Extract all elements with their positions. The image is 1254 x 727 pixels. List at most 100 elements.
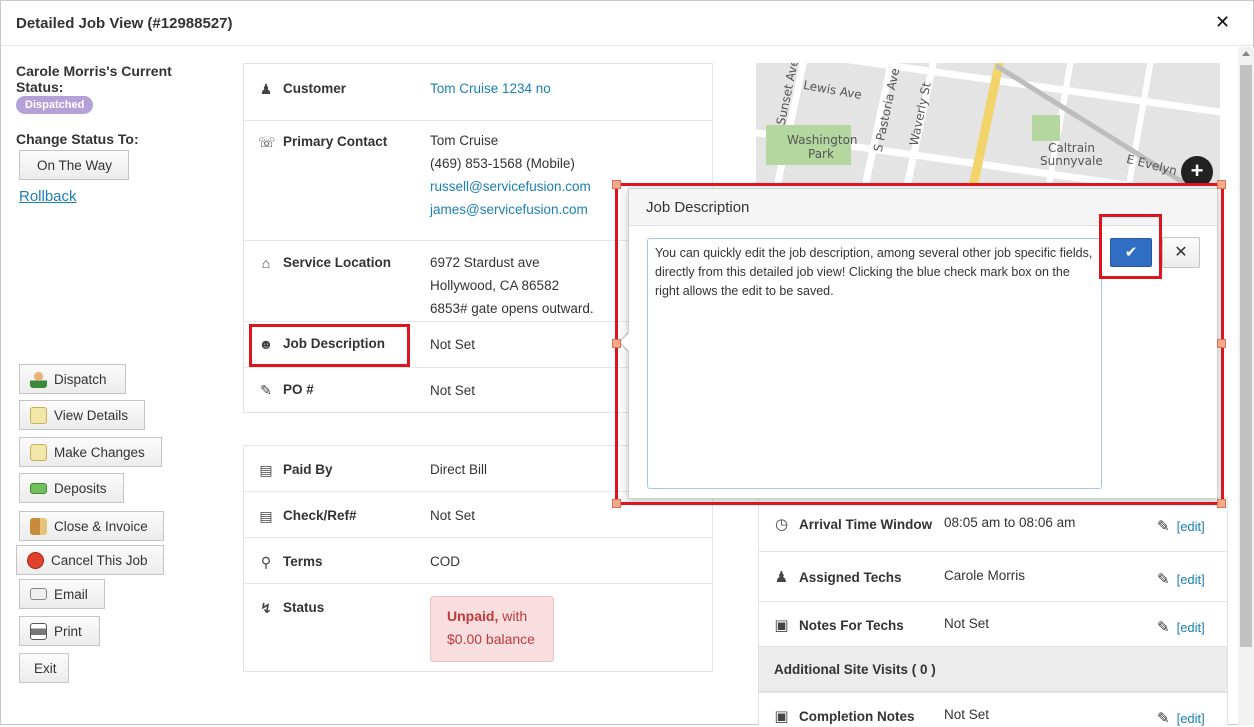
- status-row: ↯ Status Unpaid, with $0.00 balance: [244, 584, 712, 672]
- notes-edit-text: [edit]: [1176, 619, 1205, 635]
- po-value: Not Set: [430, 383, 476, 398]
- contact-email-2[interactable]: james@servicefusion.com: [430, 202, 588, 217]
- change-status-label: Change Status To:: [16, 131, 139, 147]
- view-details-button[interactable]: View Details: [19, 400, 145, 430]
- customer-label: ♟ Customer: [258, 81, 346, 96]
- customer-row: ♟ Customer Tom Cruise 1234 no: [244, 64, 712, 121]
- contact-name: Tom Cruise: [430, 133, 499, 148]
- scroll-up-arrow[interactable]: [1242, 51, 1250, 56]
- pencil-icon: ✎: [1157, 619, 1170, 636]
- completion-notes-label-text: Completion Notes: [799, 708, 915, 724]
- completion-edit-link[interactable]: ✎ [edit]: [1157, 709, 1205, 727]
- annotation-job-description-label: [249, 324, 410, 367]
- on-the-way-button[interactable]: On The Way: [19, 150, 129, 180]
- arrival-edit-text: [edit]: [1176, 518, 1205, 534]
- print-button[interactable]: Print: [19, 616, 100, 646]
- arrival-edit-link[interactable]: ✎ [edit]: [1157, 517, 1205, 535]
- deposits-label: Deposits: [54, 480, 107, 496]
- terms-label-text: Terms: [283, 554, 323, 569]
- assigned-techs-label-text: Assigned Techs: [799, 569, 902, 585]
- door-icon: [30, 517, 47, 535]
- email-label: Email: [54, 586, 88, 602]
- paid-by-label-text: Paid By: [283, 462, 333, 477]
- deposits-button[interactable]: Deposits: [19, 473, 124, 503]
- terms-row: ⚲ Terms COD: [244, 538, 712, 584]
- customer-value: Tom Cruise 1234 no: [430, 77, 551, 100]
- pencil-icon: ✎: [1157, 571, 1170, 588]
- map-park: [1032, 115, 1060, 141]
- status-label-text: Status: [283, 600, 325, 615]
- clipboard-icon: ▣: [774, 708, 789, 725]
- pencil-note-icon: [30, 406, 47, 424]
- person-icon: [30, 370, 47, 388]
- location-map[interactable]: Lewis Ave Sunset Ave S Pastoria Ave Wave…: [756, 63, 1220, 183]
- notes-for-techs-row: ▣ Notes For Techs Not Set ✎ [edit]: [758, 601, 1228, 646]
- annotation-confirm-button: [1099, 214, 1162, 279]
- exit-button[interactable]: Exit: [19, 653, 69, 683]
- address-line-1: 6972 Stardust ave: [430, 255, 540, 270]
- annotation-handle: [1217, 499, 1226, 508]
- job-view-dialog: Detailed Job View (#12988527) ✕ Carole M…: [0, 0, 1254, 727]
- completion-edit-text: [edit]: [1176, 710, 1205, 726]
- arrival-window-row: ◷ Arrival Time Window 08:05 am to 08:06 …: [758, 497, 1228, 551]
- check-ref-value: Not Set: [430, 508, 476, 523]
- home-icon: ⌂: [261, 254, 271, 271]
- balance-text: $0.00 balance: [447, 631, 535, 647]
- customer-label-text: Customer: [283, 81, 347, 96]
- job-description-value: Not Set: [430, 337, 476, 352]
- completion-notes-row: ▣ Completion Notes Not Set ✎ [edit]: [758, 692, 1228, 727]
- po-label: ✎ PO #: [258, 382, 314, 397]
- map-zoom-in-button[interactable]: +: [1181, 156, 1213, 183]
- service-location-label: ⌂ Service Location: [258, 255, 391, 270]
- notes-edit-link[interactable]: ✎ [edit]: [1157, 618, 1205, 636]
- close-invoice-button[interactable]: Close & Invoice: [19, 511, 164, 541]
- dialog-titlebar: Detailed Job View (#12988527) ✕: [1, 1, 1253, 46]
- map-label-pastoria: S Pastoria Ave: [870, 66, 903, 154]
- money-icon: ▤: [259, 461, 273, 478]
- close-icon[interactable]: ✕: [1215, 12, 1230, 33]
- assigned-techs-label: ♟ Assigned Techs: [773, 568, 902, 586]
- po-label-text: PO #: [283, 382, 314, 397]
- pencil-note-icon: [30, 443, 47, 461]
- cancel-job-label: Cancel This Job: [51, 552, 148, 568]
- clipboard-icon: ▣: [774, 617, 789, 634]
- annotation-handle: [612, 499, 621, 508]
- contact-email-1[interactable]: russell@servicefusion.com: [430, 179, 591, 194]
- paid-by-label: ▤ Paid By: [258, 461, 333, 478]
- address-line-3: 6853# gate opens outward.: [430, 301, 594, 316]
- money-icon: [30, 482, 47, 494]
- annotation-handle: [1217, 339, 1226, 348]
- assigned-techs-row: ♟ Assigned Techs Carole Morris ✎ [edit]: [758, 551, 1228, 601]
- print-label: Print: [54, 623, 82, 639]
- view-details-label: View Details: [54, 407, 129, 423]
- cancel-job-button[interactable]: Cancel This Job: [16, 545, 164, 575]
- clock-icon: ◷: [774, 516, 789, 533]
- email-button[interactable]: Email: [19, 579, 105, 609]
- with-text: with: [498, 608, 528, 624]
- printer-icon: [30, 622, 47, 640]
- map-label-washington: Washington: [787, 133, 858, 147]
- unpaid-text: Unpaid,: [447, 608, 499, 624]
- payment-status-box: Unpaid, with $0.00 balance: [430, 596, 554, 662]
- scrollbar-thumb[interactable]: [1240, 65, 1252, 647]
- dispatch-label: Dispatch: [54, 371, 107, 387]
- map-label-waverly: Waverly St: [906, 81, 934, 147]
- rollback-link[interactable]: Rollback: [19, 188, 77, 205]
- annotation-handle: [612, 339, 621, 348]
- exit-label: Exit: [34, 660, 57, 676]
- users-icon: ♟: [774, 569, 789, 586]
- customer-link[interactable]: Tom Cruise 1234 no: [430, 81, 551, 96]
- techs-edit-link[interactable]: ✎ [edit]: [1157, 570, 1205, 588]
- map-label-caltrain: Caltrain: [1048, 141, 1095, 155]
- completion-notes-label: ▣ Completion Notes: [773, 707, 915, 725]
- map-label-lewis: Lewis Ave: [802, 77, 863, 103]
- notes-for-techs-label: ▣ Notes For Techs: [773, 616, 903, 634]
- dispatch-button[interactable]: Dispatch: [19, 364, 126, 394]
- stop-icon: [27, 551, 44, 569]
- pen-nib-icon: ⚲: [260, 553, 272, 570]
- primary-contact-label-text: Primary Contact: [283, 134, 388, 149]
- money-icon: ▤: [259, 507, 273, 524]
- terms-value: COD: [430, 554, 460, 569]
- annotation-handle: [1217, 180, 1226, 189]
- make-changes-button[interactable]: Make Changes: [19, 437, 162, 467]
